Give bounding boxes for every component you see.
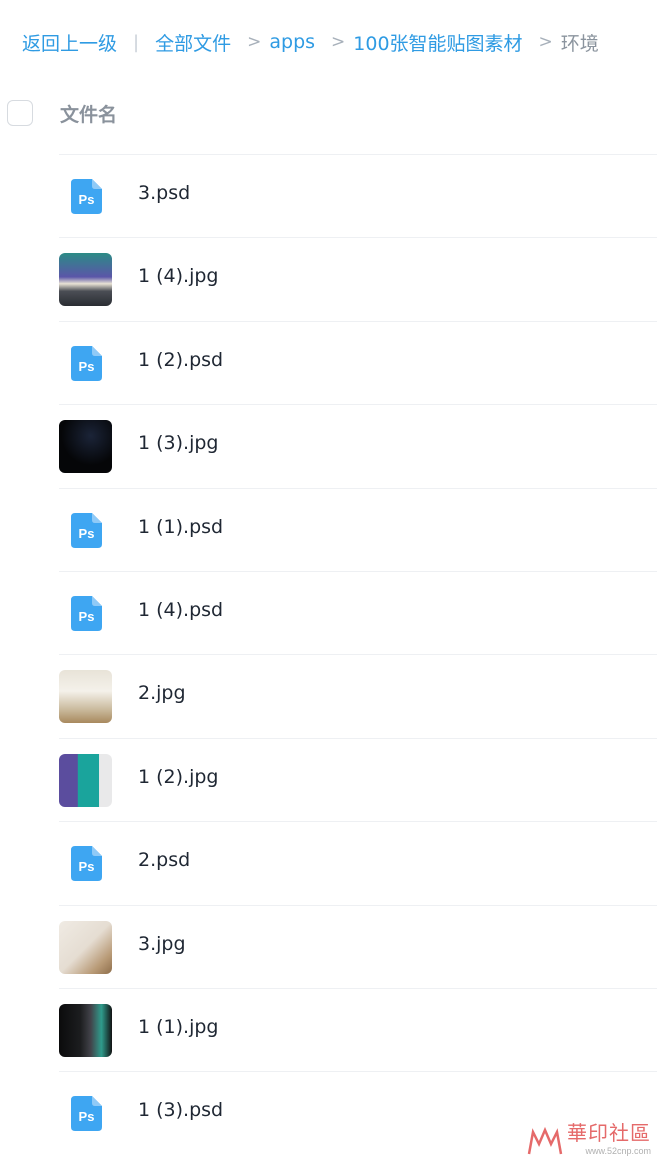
file-name[interactable]: 3.psd: [138, 182, 190, 204]
breadcrumb-divider: |: [133, 31, 140, 53]
watermark-text: 華印社區: [567, 1121, 651, 1145]
svg-text:Ps: Ps: [79, 192, 95, 207]
breadcrumb-separator: >: [331, 32, 346, 52]
breadcrumb-separator: >: [247, 32, 262, 52]
back-link[interactable]: 返回上一级: [22, 29, 117, 56]
breadcrumb-apps[interactable]: apps: [269, 31, 315, 53]
breadcrumb-current: 环境: [560, 32, 599, 55]
file-name[interactable]: 1 (3).psd: [138, 1099, 223, 1121]
file-name[interactable]: 1 (4).psd: [138, 599, 223, 621]
file-row[interactable]: 2.jpg: [59, 654, 657, 737]
file-row[interactable]: 1 (4).jpg: [59, 237, 657, 320]
breadcrumb: 返回上一级 | 全部文件 > apps > 100张智能贴图素材 > 环境: [22, 24, 599, 60]
svg-text:Ps: Ps: [79, 526, 95, 541]
photoshop-file-icon: Ps: [71, 846, 102, 882]
breadcrumb-separator: >: [538, 32, 553, 52]
file-name[interactable]: 2.psd: [138, 849, 190, 871]
file-name[interactable]: 1 (4).jpg: [138, 265, 218, 287]
file-name[interactable]: 1 (2).psd: [138, 349, 223, 371]
list-header: 文件名: [0, 90, 657, 154]
file-name[interactable]: 1 (1).jpg: [138, 1016, 218, 1038]
file-row[interactable]: 1 (3).jpg: [59, 404, 657, 487]
photoshop-file-icon: Ps: [71, 179, 102, 214]
file-row[interactable]: 3.jpg: [59, 904, 657, 988]
file-row[interactable]: Ps 2.psd: [59, 821, 657, 904]
file-row[interactable]: Ps 1 (2).psd: [59, 320, 657, 404]
breadcrumb-folder[interactable]: 100张智能贴图素材: [353, 29, 522, 56]
photoshop-file-icon: Ps: [71, 595, 102, 631]
watermark: 華印社區 www.52cnp.com: [527, 1117, 651, 1156]
photoshop-file-icon: Ps: [71, 512, 102, 548]
image-thumbnail[interactable]: [59, 1003, 112, 1057]
name-column-header[interactable]: 文件名: [60, 100, 117, 127]
file-row[interactable]: 1 (1).jpg: [59, 987, 657, 1071]
select-all-checkbox[interactable]: [7, 100, 33, 126]
svg-text:Ps: Ps: [79, 359, 95, 374]
file-row[interactable]: Ps 1 (1).psd: [59, 487, 657, 571]
file-name[interactable]: 3.jpg: [138, 933, 186, 955]
watermark-url: www.52cnp.com: [585, 1146, 651, 1156]
file-row[interactable]: Ps 1 (4).psd: [59, 570, 657, 654]
file-name[interactable]: 2.jpg: [138, 682, 186, 704]
watermark-logo-icon: [527, 1126, 563, 1155]
file-name[interactable]: 1 (3).jpg: [138, 432, 218, 454]
file-row[interactable]: 1 (2).jpg: [59, 737, 657, 821]
svg-text:Ps: Ps: [79, 609, 95, 624]
image-thumbnail[interactable]: [59, 670, 112, 724]
svg-text:Ps: Ps: [79, 859, 95, 874]
photoshop-file-icon: Ps: [71, 1096, 102, 1132]
image-thumbnail[interactable]: [59, 753, 112, 807]
breadcrumb-all-files[interactable]: 全部文件: [155, 29, 231, 56]
photoshop-file-icon: Ps: [71, 345, 102, 381]
image-thumbnail[interactable]: [59, 253, 112, 307]
file-name[interactable]: 1 (1).psd: [138, 516, 223, 538]
file-name[interactable]: 1 (2).jpg: [138, 766, 218, 788]
image-thumbnail[interactable]: [59, 920, 112, 974]
image-thumbnail[interactable]: [59, 420, 112, 474]
file-row[interactable]: Ps 3.psd: [59, 154, 657, 237]
svg-text:Ps: Ps: [79, 1109, 95, 1124]
file-list: Ps 3.psd 1 (4).jpg Ps 1 (2).psd 1 (3).jpg Ps 1 …: [0, 154, 657, 1155]
